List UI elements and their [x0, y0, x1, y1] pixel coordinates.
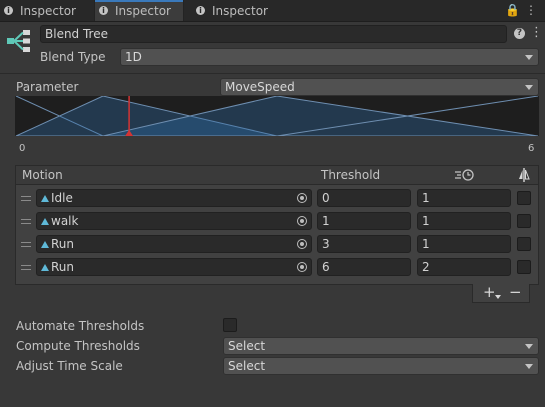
motion-table: Motion Threshold Idle 0 1 walk 1 1 Run 3 1 Run 6 2: [15, 165, 539, 285]
drag-handle-icon[interactable]: [21, 265, 31, 270]
chevron-down-icon: [525, 55, 533, 60]
motion-clip-name: Run: [51, 237, 75, 251]
threshold-field[interactable]: 1: [317, 212, 411, 230]
automate-thresholds-checkbox[interactable]: [223, 318, 237, 332]
blend-tree-icon: [7, 30, 30, 52]
info-icon: i: [196, 6, 205, 15]
mirror-checkbox[interactable]: [517, 191, 531, 205]
blend-type-label: Blend Type: [40, 50, 106, 64]
motion-row: Idle 0 1: [16, 189, 538, 207]
object-picker-icon[interactable]: [297, 262, 307, 272]
motion-clip-field[interactable]: Idle: [36, 189, 312, 207]
motion-row: Run 6 2: [16, 258, 538, 276]
adjust-time-scale-label: Adjust Time Scale: [16, 359, 123, 373]
lock-icon[interactable]: 🔒: [505, 3, 520, 17]
animation-clip-icon: [41, 264, 49, 271]
mirror-icon: [519, 168, 530, 182]
divider: [0, 73, 545, 74]
parameter-dropdown[interactable]: MoveSpeed: [220, 78, 539, 96]
object-picker-icon[interactable]: [297, 216, 307, 226]
adjust-time-scale-value: Select: [228, 359, 266, 373]
tab-inspector-2[interactable]: i Inspector: [94, 0, 184, 21]
compute-thresholds-value: Select: [228, 339, 266, 353]
tab-label: Inspector: [20, 3, 76, 18]
threshold-field[interactable]: 3: [317, 235, 411, 253]
compute-thresholds-label: Compute Thresholds: [16, 339, 140, 353]
motion-clip-name: walk: [51, 214, 79, 228]
adjust-time-scale-dropdown[interactable]: Select: [223, 357, 539, 375]
threshold-header: Threshold: [321, 168, 381, 182]
object-picker-icon[interactable]: [297, 239, 307, 249]
threshold-field[interactable]: 6: [317, 258, 411, 276]
motion-clip-name: Idle: [51, 191, 73, 205]
settings-menu-icon[interactable]: ⋮: [530, 26, 543, 40]
motion-clip-name: Run: [51, 260, 75, 274]
tab-inspector-3[interactable]: i Inspector: [192, 0, 282, 21]
blend-type-value: 1D: [125, 50, 142, 64]
mirror-checkbox[interactable]: [517, 260, 531, 274]
add-menu-arrow-icon[interactable]: [495, 295, 501, 299]
tab-menu-icon[interactable]: ⋮: [525, 3, 537, 17]
blend-type-dropdown[interactable]: 1D: [120, 48, 539, 66]
chevron-down-icon: [525, 364, 533, 369]
motion-clip-field[interactable]: Run: [36, 235, 312, 253]
chevron-down-icon: [525, 344, 533, 349]
table-footer: + −: [472, 284, 530, 303]
automate-thresholds-label: Automate Thresholds: [16, 319, 145, 333]
speed-clock-icon: [455, 169, 474, 181]
mirror-checkbox[interactable]: [517, 237, 531, 251]
animation-clip-icon: [41, 241, 49, 248]
mirror-checkbox[interactable]: [517, 214, 531, 228]
tab-inspector-1[interactable]: i Inspector: [0, 0, 90, 21]
drag-handle-icon[interactable]: [21, 196, 31, 201]
add-motion-button[interactable]: +: [483, 284, 496, 301]
graph-max-label: 6: [528, 143, 535, 154]
graph-min-label: 0: [19, 143, 26, 154]
info-icon: i: [4, 6, 13, 15]
blend-tree-name-field[interactable]: Blend Tree: [40, 25, 507, 43]
tab-label: Inspector: [115, 3, 171, 18]
table-header: Motion Threshold: [16, 166, 538, 185]
parameter-value: MoveSpeed: [225, 80, 295, 94]
motion-row: Run 3 1: [16, 235, 538, 253]
compute-thresholds-dropdown[interactable]: Select: [223, 337, 539, 355]
motion-clip-field[interactable]: Run: [36, 258, 312, 276]
blend-graph[interactable]: [15, 96, 539, 136]
remove-motion-button[interactable]: −: [509, 284, 522, 301]
time-scale-field[interactable]: 1: [417, 212, 511, 230]
time-scale-field[interactable]: 1: [417, 189, 511, 207]
threshold-field[interactable]: 0: [317, 189, 411, 207]
help-icon[interactable]: ?: [514, 28, 525, 39]
motion-clip-field[interactable]: walk: [36, 212, 312, 230]
time-scale-field[interactable]: 2: [417, 258, 511, 276]
motion-row: walk 1 1: [16, 212, 538, 230]
drag-handle-icon[interactable]: [21, 219, 31, 224]
object-picker-icon[interactable]: [297, 193, 307, 203]
animation-clip-icon: [41, 195, 49, 202]
tab-label: Inspector: [212, 3, 268, 18]
time-scale-field[interactable]: 1: [417, 235, 511, 253]
drag-handle-icon[interactable]: [21, 242, 31, 247]
info-icon: i: [99, 6, 108, 15]
motion-header: Motion: [22, 168, 63, 182]
parameter-label: Parameter: [16, 80, 79, 94]
animation-clip-icon: [41, 218, 49, 225]
chevron-down-icon: [525, 85, 533, 90]
